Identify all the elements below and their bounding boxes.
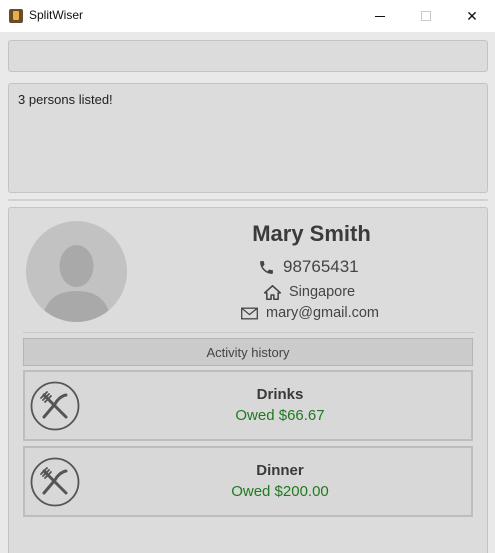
splitter-divider[interactable] [8,199,488,201]
window-titlebar: SplitWiser ✕ [0,0,495,32]
window-title: SplitWiser [29,8,84,22]
phone-icon [258,259,275,276]
app-icon [9,9,23,23]
address-row: Singapore [264,284,355,300]
phone-number: 98765431 [283,257,359,276]
avatar-placeholder-icon [26,221,127,322]
activity-name: Dinner [256,462,304,479]
result-text: 3 persons listed! [18,92,113,107]
command-input[interactable] [8,40,488,72]
address-text: Singapore [289,284,356,300]
result-display: 3 persons listed! [8,83,488,193]
fork-knife-icon [30,381,80,431]
activity-owed-amount: Owed $200.00 [231,483,329,500]
fork-knife-icon [30,457,80,507]
person-card: Mary Smith 98765431 Singapore mary@gmail… [8,207,488,553]
email-row: mary@gmail.com [241,305,379,321]
activity-item[interactable]: Drinks Owed $66.67 [23,370,473,441]
activity-owed-amount: Owed $66.67 [235,407,325,424]
phone-row: 98765431 [258,257,359,277]
home-icon [264,284,281,300]
minimize-icon [375,15,385,17]
person-name: Mary Smith [252,221,371,246]
panel-separator [23,332,475,333]
activity-history-title: Activity history [206,344,290,360]
maximize-icon [421,11,431,21]
activity-history-header: Activity history [23,338,473,366]
maximize-button[interactable] [403,0,449,32]
minimize-button[interactable] [357,0,403,32]
close-button[interactable]: ✕ [449,0,495,32]
envelope-icon [241,307,258,320]
activity-item[interactable]: Dinner Owed $200.00 [23,446,473,517]
close-icon: ✕ [466,7,478,24]
email-text: mary@gmail.com [266,305,380,321]
activity-name: Drinks [256,386,304,403]
